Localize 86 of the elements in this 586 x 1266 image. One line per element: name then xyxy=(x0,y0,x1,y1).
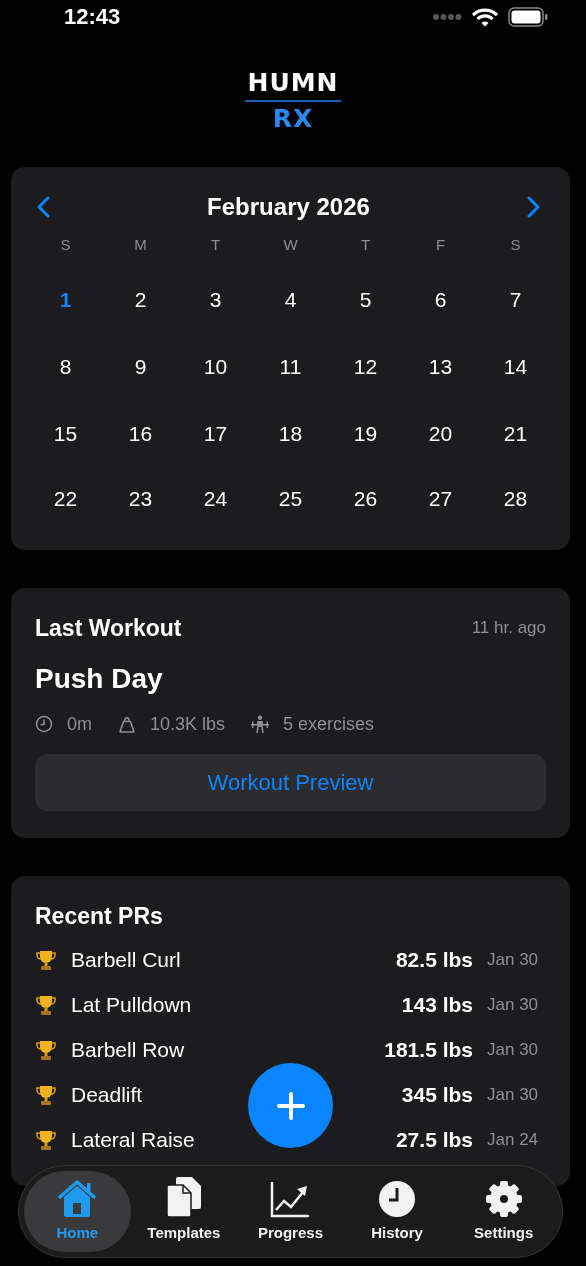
battery-icon xyxy=(508,7,548,27)
pr-date: Jan 30 xyxy=(487,1039,540,1060)
calendar-day[interactable]: 11 xyxy=(279,354,302,379)
calendar-day[interactable]: 27 xyxy=(428,487,453,511)
exercise-name: Barbell Curl xyxy=(71,947,181,972)
pr-weight: 143 lbs xyxy=(401,992,473,1017)
trophy-icon xyxy=(35,948,57,971)
card-title: Last Workout xyxy=(35,614,182,642)
weekday-label: T xyxy=(210,235,221,253)
calendar-day[interactable]: 25 xyxy=(278,487,303,511)
calendar-day[interactable]: 3 xyxy=(209,287,222,312)
pr-weight: 181.5 lbs xyxy=(384,1037,473,1062)
calendar-day[interactable]: 7 xyxy=(509,287,522,312)
chevron-right-icon[interactable] xyxy=(527,196,541,218)
signal-icon xyxy=(432,13,462,21)
calendar-day[interactable]: 17 xyxy=(203,421,228,446)
documents-icon xyxy=(165,1176,202,1218)
calendar-day[interactable]: 6 xyxy=(434,287,447,312)
month-title: February 2026 xyxy=(207,193,370,221)
tab-item[interactable]: Progress xyxy=(237,1171,344,1252)
weekday-label: F xyxy=(435,235,446,253)
calendar-day[interactable]: 22 xyxy=(53,487,78,511)
chevron-left-icon[interactable] xyxy=(36,196,50,218)
weekday-label: M xyxy=(134,235,147,253)
calendar-day[interactable]: 12 xyxy=(353,354,378,379)
stat-value: 5 exercises xyxy=(283,713,375,735)
pr-weight: 82.5 lbs xyxy=(395,947,473,972)
workout-preview-button[interactable]: Workout Preview xyxy=(35,754,546,811)
calendar-day[interactable]: 15 xyxy=(53,421,78,446)
calendar-day[interactable]: 23 xyxy=(128,487,153,511)
exercise-name: Lateral Raise xyxy=(71,1127,195,1152)
chart-icon xyxy=(270,1182,311,1218)
logo-wordmark: RX xyxy=(272,106,314,132)
weekday-label: W xyxy=(283,235,298,253)
calendar-day[interactable]: 28 xyxy=(503,487,528,511)
calendar-day[interactable]: 5 xyxy=(359,287,372,312)
pr-weight: 345 lbs xyxy=(401,1082,473,1107)
plus-icon xyxy=(276,1091,305,1120)
calendar-day[interactable]: 26 xyxy=(353,487,378,511)
calendar-day[interactable]: 4 xyxy=(284,287,297,312)
status-time: 12:43 xyxy=(64,4,121,30)
exercise-name: Lat Pulldown xyxy=(71,992,192,1017)
calendar-day[interactable]: 24 xyxy=(203,487,228,511)
tab-item[interactable]: Settings xyxy=(450,1171,557,1252)
workout-name: Push Day xyxy=(35,662,164,696)
calendar-day[interactable]: 14 xyxy=(503,354,528,379)
lifter-icon xyxy=(251,714,270,734)
tab-item[interactable]: Templates xyxy=(130,1171,238,1252)
calendar-day[interactable]: 16 xyxy=(128,421,153,446)
card-title: Recent PRs xyxy=(35,902,164,930)
calendar-day[interactable]: 10 xyxy=(203,354,228,379)
stat-value: 10.3K lbs xyxy=(150,713,226,735)
calendar-day[interactable]: 9 xyxy=(134,354,147,379)
calendar-day[interactable]: 18 xyxy=(278,421,303,446)
calendar-day[interactable]: 13 xyxy=(428,354,453,379)
trophy-icon xyxy=(35,1128,57,1151)
house-icon xyxy=(56,1178,99,1218)
calendar-day[interactable]: 2 xyxy=(134,287,147,312)
trophy-icon xyxy=(35,993,57,1016)
pr-date: Jan 30 xyxy=(487,1084,540,1105)
calendar-day[interactable]: 19 xyxy=(353,421,378,446)
stat-value: 0m xyxy=(67,713,92,735)
trophy-icon xyxy=(35,1083,57,1106)
pr-date: Jan 30 xyxy=(487,994,540,1015)
calendar-day[interactable]: 8 xyxy=(59,354,72,379)
clock-icon xyxy=(378,1180,417,1218)
weekday-label: S xyxy=(60,235,71,253)
pr-date: Jan 30 xyxy=(487,949,540,970)
weekday-label: S xyxy=(510,235,521,253)
weekday-label: T xyxy=(360,235,371,253)
pr-date: Jan 24 xyxy=(487,1129,540,1150)
calendar-day[interactable]: 1 xyxy=(59,287,72,312)
tab-item[interactable]: Home xyxy=(24,1171,131,1252)
trophy-icon xyxy=(35,1038,57,1061)
exercise-name: Barbell Row xyxy=(71,1037,185,1062)
time-ago: 11 hr. ago xyxy=(471,618,546,638)
calendar-day[interactable]: 21 xyxy=(503,421,528,446)
tab-item[interactable]: History xyxy=(343,1171,451,1252)
pr-weight: 27.5 lbs xyxy=(395,1127,473,1152)
weight-icon xyxy=(118,714,136,734)
gear-icon xyxy=(484,1180,523,1218)
logo-wordmark: HUMN xyxy=(247,69,339,97)
exercise-name: Deadlift xyxy=(71,1082,143,1107)
clock-icon xyxy=(35,714,53,734)
wifi-icon xyxy=(472,7,498,27)
calendar-day[interactable]: 20 xyxy=(428,421,453,446)
